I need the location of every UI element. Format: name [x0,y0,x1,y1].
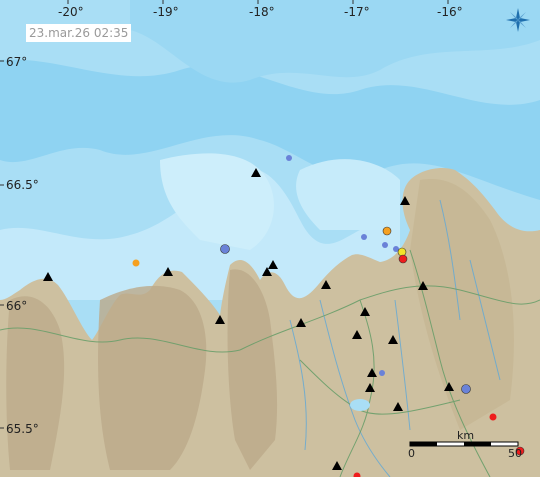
earthquake-blue [361,234,367,240]
earthquake-blue [379,370,385,376]
scale-start-label: 0 [408,447,415,460]
earthquake-orange [382,226,392,236]
longitude-label: -18° [249,5,275,19]
earthquake-blue [220,244,230,254]
ocean-shelf-east [296,159,400,230]
earthquake-orange [132,259,140,267]
latitude-label: 65.5° [6,422,39,436]
earthquake-blue [461,384,471,394]
earthquake-map[interactable]: -20° -19° -18° -17° -16° 67° 66.5° 66° 6… [0,0,540,477]
earthquake-blue [382,242,388,248]
latitude-label: 67° [6,55,28,69]
scale-end-label: 50 [508,447,522,460]
earthquake-yellow [397,247,407,257]
earthquake-red [489,413,497,421]
timestamp-label: 23.mar.26 02:35 [26,24,132,42]
longitude-label: -20° [58,5,84,19]
latitude-label: 66.5° [6,178,39,192]
lake [350,399,370,411]
earthquake-red [398,254,408,264]
longitude-label: -17° [344,5,370,19]
longitude-label: -19° [153,5,179,19]
compass-rose-icon[interactable] [504,6,532,34]
earthquake-blue [286,155,292,161]
latitude-label: 66° [6,299,28,313]
scale-bar-graphic [409,441,519,447]
scale-bar: km 0 50 [408,430,522,460]
map-canvas [0,0,540,477]
longitude-label: -16° [437,5,463,19]
